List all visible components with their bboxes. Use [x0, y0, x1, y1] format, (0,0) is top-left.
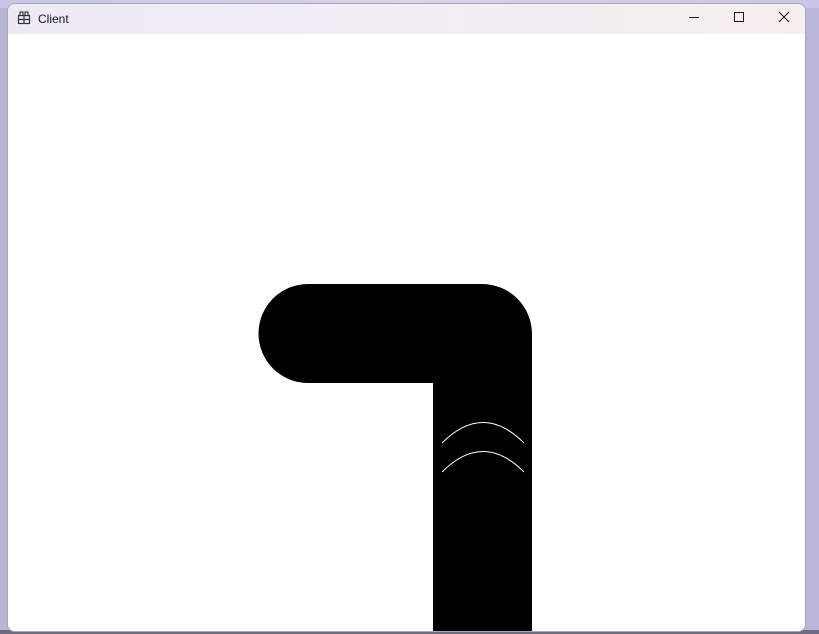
client-area[interactable] — [8, 34, 805, 631]
close-icon — [778, 10, 790, 28]
minimize-icon — [688, 10, 700, 28]
window-title: Client — [38, 12, 69, 26]
maximize-button[interactable] — [716, 4, 762, 34]
title-bar[interactable]: Client — [8, 4, 805, 34]
pipe-shape — [258, 284, 532, 631]
drawing-canvas — [258, 284, 532, 631]
minimize-button[interactable] — [671, 4, 717, 34]
close-button[interactable] — [761, 4, 805, 34]
maximize-icon — [733, 10, 745, 28]
app-window: Client — [7, 3, 806, 632]
app-grid-icon — [17, 11, 31, 25]
